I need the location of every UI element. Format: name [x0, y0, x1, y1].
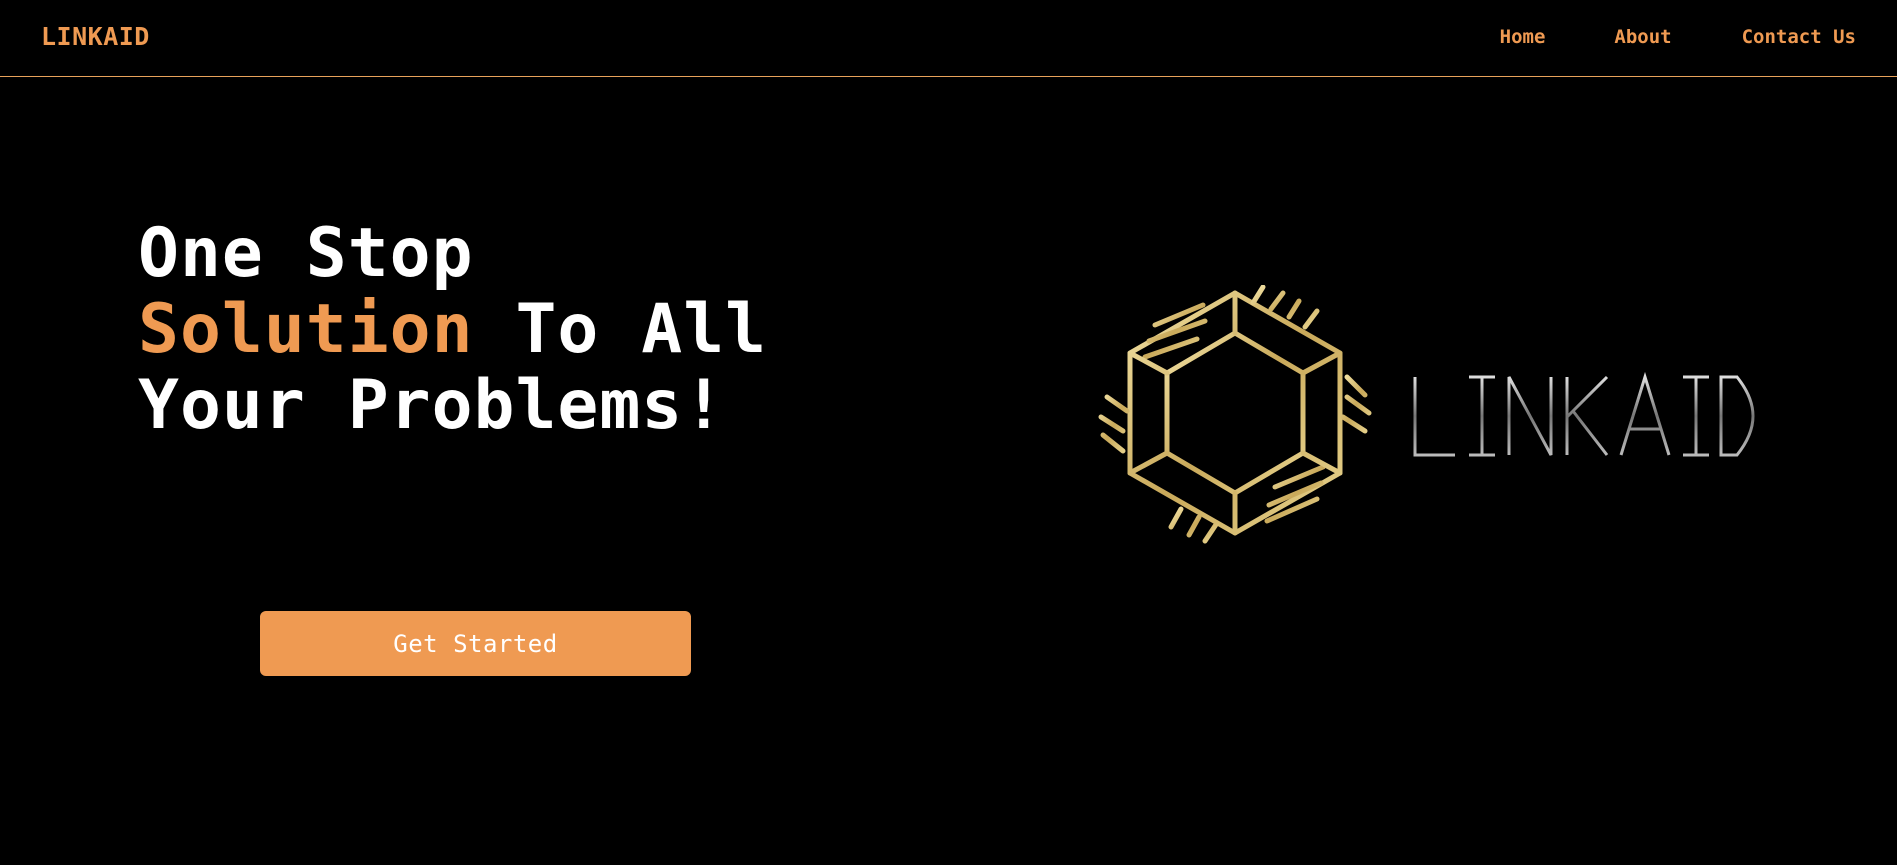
hero-line-1: One Stop	[138, 214, 474, 293]
hero-title: One Stop Solution To All Your Problems!	[138, 216, 767, 444]
hero-line-3: Your Problems!	[138, 366, 726, 445]
hero-accent-word: Solution	[138, 290, 474, 369]
navbar: LINKAID Home About Contact Us	[0, 0, 1897, 77]
page: LINKAID Home About Contact Us One Stop S…	[0, 0, 1897, 865]
hands-circle-icon	[1098, 284, 1755, 544]
nav-links: Home About Contact Us	[1500, 26, 1856, 48]
nav-contact-link[interactable]: Contact Us	[1742, 26, 1856, 48]
nav-home-link[interactable]: Home	[1500, 26, 1546, 48]
nav-about-link[interactable]: About	[1614, 26, 1671, 48]
linkaid-wordmark	[1413, 371, 1755, 457]
brand-logo-text[interactable]: LINKAID	[41, 22, 150, 51]
linkaid-logo	[1085, 284, 1755, 565]
hero-line-2: To All	[473, 290, 768, 369]
get-started-button[interactable]: Get Started	[260, 611, 691, 676]
